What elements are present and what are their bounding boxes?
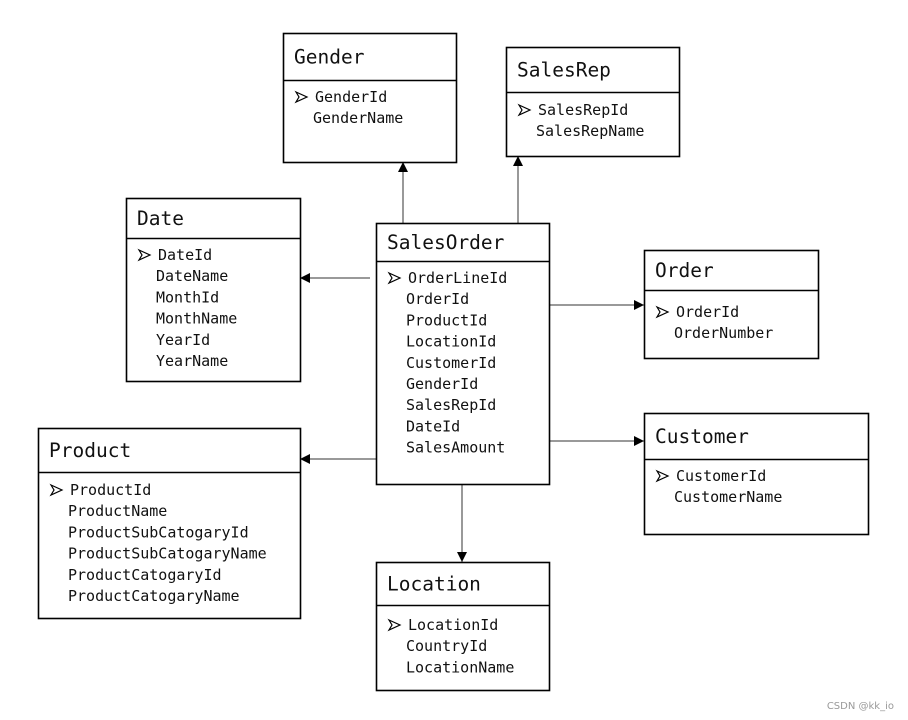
entity-title: SalesRep bbox=[517, 59, 611, 82]
diagram-canvas: GenderGenderIdGenderNameSalesRepSalesRep… bbox=[37, 32, 870, 692]
primary-key-field: SalesRepId bbox=[538, 101, 628, 119]
entity-order[interactable]: Order OrderId OrderNumber bbox=[643, 249, 820, 360]
primary-key-field: GenderId bbox=[315, 88, 387, 106]
entity-title: Date bbox=[137, 207, 184, 230]
primary-key-field: LocationId bbox=[408, 616, 498, 634]
entity-date[interactable]: Date DateId DateName MonthId MonthName YearId… bbox=[125, 197, 302, 383]
entity-field: SalesRepId bbox=[406, 396, 496, 414]
primary-key-field: DateId bbox=[158, 246, 212, 264]
entity-title: Product bbox=[49, 439, 131, 462]
er-diagram: Gender GenderId GenderName SalesRep SalesRep… bbox=[0, 0, 908, 720]
entity-title: Location bbox=[387, 573, 481, 596]
entity-field: YearName bbox=[156, 352, 228, 370]
entity-gender[interactable]: Gender GenderId GenderName bbox=[282, 32, 458, 164]
entity-field: CustomerId bbox=[406, 354, 496, 372]
entity-field: GenderName bbox=[313, 109, 403, 127]
entity-title: Customer bbox=[655, 425, 749, 448]
primary-key-field: ProductId bbox=[70, 481, 151, 499]
entity-location[interactable]: Location LocationId CountryId LocationName bbox=[375, 561, 551, 692]
entity-title: Order bbox=[655, 259, 714, 282]
entity-field: ProductCatogaryName bbox=[68, 587, 240, 605]
entity-salesorder[interactable]: SalesOrder OrderLineId OrderId ProductId Loc… bbox=[375, 222, 551, 486]
entity-product[interactable]: Product ProductId ProductName ProductSubCat… bbox=[37, 427, 302, 620]
entity-salesrep[interactable]: SalesRep SalesRepId SalesRepName bbox=[505, 46, 681, 158]
entity-field: SalesAmount bbox=[406, 439, 505, 457]
entity-field: CountryId bbox=[406, 637, 487, 655]
entity-field: ProductSubCatogaryName bbox=[68, 545, 267, 563]
entity-field: GenderId bbox=[406, 375, 478, 393]
primary-key-field: OrderId bbox=[676, 303, 739, 321]
entity-field: LocationName bbox=[406, 658, 514, 676]
entity-field: DateName bbox=[156, 267, 228, 285]
entity-customer[interactable]: Customer CustomerId CustomerName bbox=[643, 412, 870, 536]
entity-field: MonthId bbox=[156, 288, 219, 306]
entity-field: YearId bbox=[156, 331, 210, 349]
entity-field: SalesRepName bbox=[536, 122, 644, 140]
entity-field: CustomerName bbox=[674, 488, 782, 506]
entity-field: OrderId bbox=[406, 290, 469, 308]
entity-field: ProductCatogaryId bbox=[68, 566, 222, 584]
entity-field: DateId bbox=[406, 417, 460, 435]
entity-field: OrderNumber bbox=[674, 324, 773, 342]
entity-field: ProductName bbox=[68, 502, 167, 520]
entity-title: SalesOrder bbox=[387, 231, 504, 254]
entity-field: LocationId bbox=[406, 333, 496, 351]
primary-key-field: OrderLineId bbox=[408, 269, 507, 287]
entity-field: ProductSubCatogaryId bbox=[68, 523, 249, 541]
entity-field: ProductId bbox=[406, 311, 487, 329]
entity-field: MonthName bbox=[156, 310, 237, 328]
watermark: CSDN @kk_io bbox=[826, 701, 894, 712]
primary-key-field: CustomerId bbox=[676, 467, 766, 485]
entity-title: Gender bbox=[294, 46, 364, 69]
